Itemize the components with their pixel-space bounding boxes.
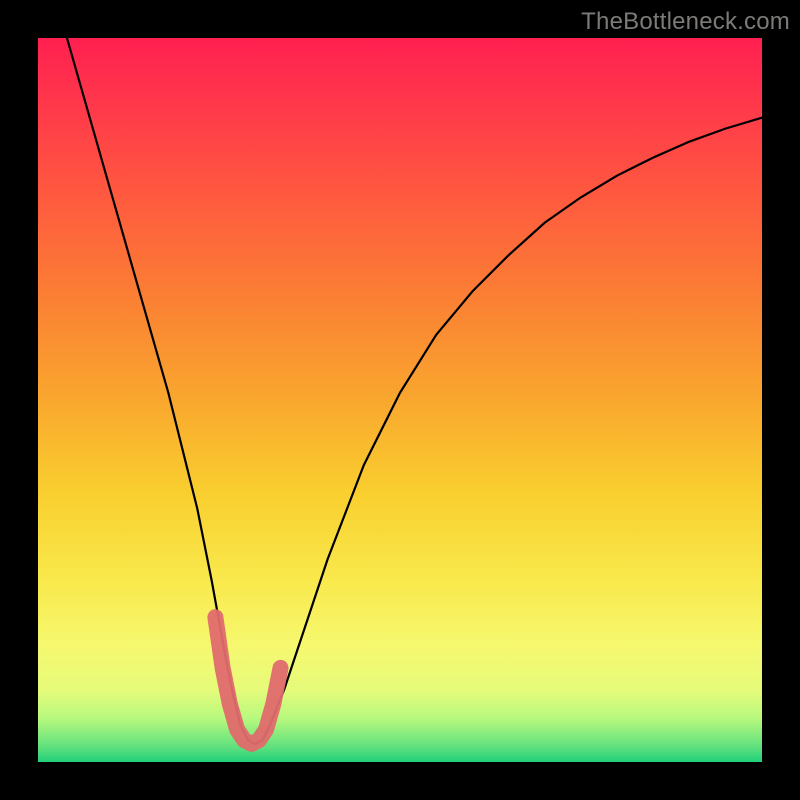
plot-area (38, 38, 762, 762)
outer-frame: TheBottleneck.com (0, 0, 800, 800)
watermark-text: TheBottleneck.com (581, 8, 790, 36)
highlight-segment (215, 617, 280, 744)
bottleneck-curve (67, 38, 762, 744)
chart-svg (38, 38, 762, 762)
